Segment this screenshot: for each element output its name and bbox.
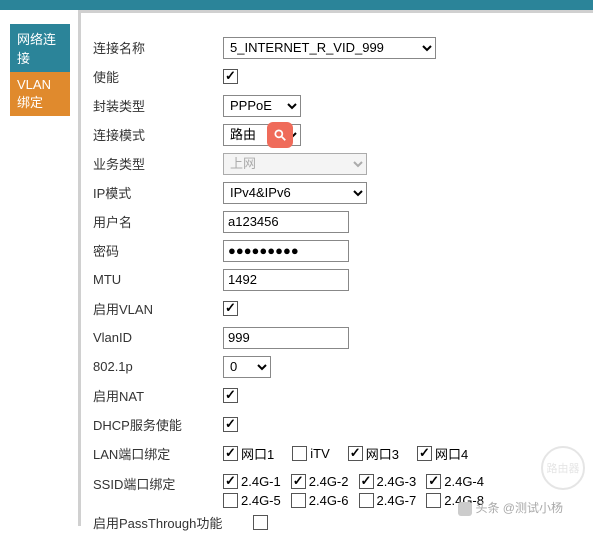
ssid-port-item[interactable]: 2.4G-3: [359, 474, 417, 489]
ssid-port-checkbox[interactable]: [359, 474, 374, 489]
ssid-port-label: 2.4G-6: [309, 493, 349, 508]
top-bar: [0, 0, 593, 10]
ssid-port-checkbox[interactable]: [291, 474, 306, 489]
lan-port-checkbox[interactable]: [223, 446, 238, 461]
pwd-input[interactable]: [223, 240, 349, 262]
ssidbind-label: SSID端口绑定: [93, 474, 223, 493]
ssid-port-checkbox[interactable]: [291, 493, 306, 508]
dhcp-label: DHCP服务使能: [93, 415, 223, 434]
lan-port-label: iTV: [310, 446, 330, 461]
lan-port-checkbox[interactable]: [417, 446, 432, 461]
lan-port-item[interactable]: iTV: [292, 444, 330, 463]
mode-label: 连接模式: [93, 125, 223, 144]
lan-port-item[interactable]: 网口3: [348, 444, 399, 463]
ipmode-select[interactable]: IPv4&IPv6: [223, 182, 367, 204]
encap-label: 封装类型: [93, 96, 223, 115]
mtu-input[interactable]: [223, 269, 349, 291]
nat-label: 启用NAT: [93, 386, 223, 405]
sidebar-item-vlan[interactable]: VLAN绑定: [10, 72, 70, 116]
p8021-label: 802.1p: [93, 359, 223, 374]
ssid-port-item[interactable]: 2.4G-4: [426, 474, 484, 489]
passthrough-label: 启用PassThrough功能: [93, 513, 253, 532]
vlanid-label: VlanID: [93, 330, 223, 345]
ssid-port-item[interactable]: 2.4G-6: [291, 493, 349, 508]
enable-checkbox[interactable]: [223, 69, 238, 84]
passthrough-checkbox[interactable]: [253, 515, 268, 530]
sidebar: 网络连接 VLAN绑定: [10, 24, 70, 116]
ssid-port-item[interactable]: 2.4G-1: [223, 474, 281, 489]
search-icon: [267, 122, 293, 148]
conn-name-select[interactable]: 5_INTERNET_R_VID_999: [223, 37, 436, 59]
lan-port-label: 网口3: [366, 444, 399, 463]
lan-port-label: 网口4: [435, 444, 468, 463]
service-label: 业务类型: [93, 154, 223, 173]
dhcp-checkbox[interactable]: [223, 417, 238, 432]
ipmode-label: IP模式: [93, 183, 223, 202]
ssid-port-item[interactable]: 2.4G-5: [223, 493, 281, 508]
vlan-enable-label: 启用VLAN: [93, 299, 223, 318]
vlanid-input[interactable]: [223, 327, 349, 349]
lan-port-item[interactable]: 网口1: [223, 444, 274, 463]
ssid-port-checkbox[interactable]: [426, 474, 441, 489]
ssid-port-checkbox[interactable]: [223, 493, 238, 508]
p8021-select[interactable]: 0: [223, 356, 271, 378]
sidebar-item-network[interactable]: 网络连接: [10, 24, 70, 72]
service-select: 上网: [223, 153, 367, 175]
ssid-port-label: 2.4G-3: [377, 474, 417, 489]
ssid-port-checkbox[interactable]: [359, 493, 374, 508]
encap-select[interactable]: PPPoE: [223, 95, 301, 117]
ssid-port-item[interactable]: 2.4G-7: [359, 493, 417, 508]
lan-port-checkbox[interactable]: [348, 446, 363, 461]
lan-port-checkbox[interactable]: [292, 446, 307, 461]
lan-port-item[interactable]: 网口4: [417, 444, 468, 463]
nat-checkbox[interactable]: [223, 388, 238, 403]
toutiao-icon: [458, 502, 472, 516]
conn-name-label: 连接名称: [93, 38, 223, 57]
watermark: 路由器: [541, 446, 585, 490]
enable-label: 使能: [93, 67, 223, 86]
attribution: 头条 @测试小杨: [458, 499, 563, 516]
ssid-port-checkbox[interactable]: [426, 493, 441, 508]
ssid-port-label: 2.4G-4: [444, 474, 484, 489]
user-label: 用户名: [93, 212, 223, 231]
main-panel: 连接名称 5_INTERNET_R_VID_999 使能 封装类型 PPPoE …: [78, 10, 593, 526]
vlan-enable-checkbox[interactable]: [223, 301, 238, 316]
ssid-port-label: 2.4G-5: [241, 493, 281, 508]
pwd-label: 密码: [93, 241, 223, 260]
lanbind-label: LAN端口绑定: [93, 444, 223, 463]
lan-port-label: 网口1: [241, 444, 274, 463]
user-input[interactable]: [223, 211, 349, 233]
mtu-label: MTU: [93, 272, 223, 287]
ssid-port-label: 2.4G-2: [309, 474, 349, 489]
watermark-icon: 路由器: [541, 446, 585, 490]
ssid-port-label: 2.4G-1: [241, 474, 281, 489]
ssid-port-label: 2.4G-7: [377, 493, 417, 508]
ssid-port-checkbox[interactable]: [223, 474, 238, 489]
ssid-port-item[interactable]: 2.4G-2: [291, 474, 349, 489]
